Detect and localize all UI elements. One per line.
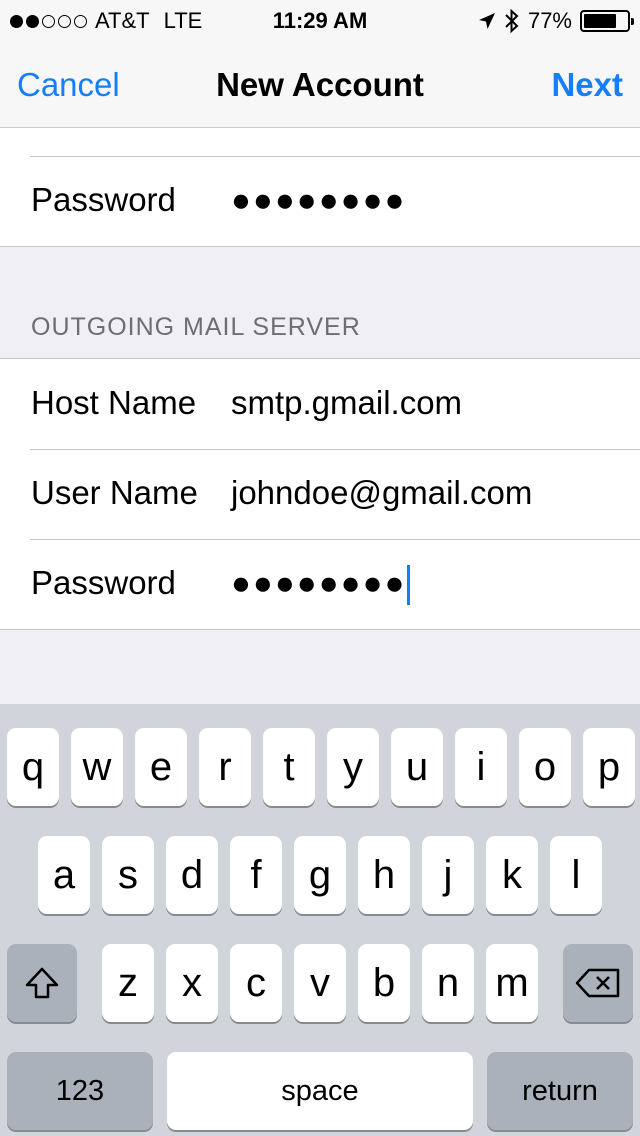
outgoing-section-header: OUTGOING MAIL SERVER [0,247,640,358]
navigation-bar: Cancel New Account Next [0,40,640,128]
backspace-icon [575,968,620,998]
outgoing-server-group: Host Name smtp.gmail.com User Name johnd… [0,358,640,630]
status-bar: AT&T LTE 11:29 AM 77% [0,0,640,40]
key-s[interactable]: s [102,836,154,914]
battery-percent: 77% [527,8,572,33]
user-name-row[interactable]: User Name johndoe@gmail.com [0,449,640,539]
key-z[interactable]: z [102,944,154,1022]
return-key[interactable]: return [487,1052,633,1130]
key-r[interactable]: r [199,728,251,806]
key-b[interactable]: b [358,944,410,1022]
key-o[interactable]: o [519,728,571,806]
shift-key[interactable] [7,944,77,1022]
key-n[interactable]: n [422,944,474,1022]
key-y[interactable]: y [327,728,379,806]
user-name-label: User Name [31,474,198,511]
text-cursor [407,565,411,606]
key-t[interactable]: t [263,728,315,806]
key-j[interactable]: j [422,836,474,914]
partial-cell [0,128,640,156]
keyboard: 123 space return qwertyuiop asdfghjkl zxcv… [0,704,640,1136]
key-m[interactable]: m [486,944,538,1022]
outgoing-password-label: Password [31,564,176,601]
next-button[interactable]: Next [551,66,623,104]
battery-fill [584,14,617,28]
key-k[interactable]: k [486,836,538,914]
shift-arrow-icon [25,967,59,999]
incoming-server-group: Password ●●●●●●●● [0,128,640,247]
key-w[interactable]: w [71,728,123,806]
host-name-row[interactable]: Host Name smtp.gmail.com [0,359,640,449]
key-x[interactable]: x [166,944,218,1022]
battery-icon [580,10,634,32]
location-arrow-icon [478,13,495,29]
key-p[interactable]: p [583,728,635,806]
key-f[interactable]: f [230,836,282,914]
key-c[interactable]: c [230,944,282,1022]
status-right: 77% [478,8,634,34]
outgoing-section-title: OUTGOING MAIL SERVER [31,313,361,341]
bluetooth-icon [505,8,519,34]
incoming-password-field[interactable]: ●●●●●●●● [231,181,406,219]
key-d[interactable]: d [166,836,218,914]
host-name-label: Host Name [31,384,197,421]
key-l[interactable]: l [550,836,602,914]
key-v[interactable]: v [294,944,346,1022]
top-bar: AT&T LTE 11:29 AM 77% Cancel New Account… [0,0,640,128]
key-e[interactable]: e [135,728,187,806]
outgoing-password-dots: ●●●●●●●● [231,564,407,601]
incoming-password-row[interactable]: Password ●●●●●●●● [0,156,640,246]
user-name-field[interactable]: johndoe@gmail.com [231,474,532,512]
space-key[interactable]: space [167,1052,473,1130]
key-h[interactable]: h [358,836,410,914]
outgoing-password-field[interactable]: ●●●●●●●● [231,564,411,606]
page-title: New Account [216,66,424,103]
host-name-field[interactable]: smtp.gmail.com [231,384,462,422]
key-g[interactable]: g [294,836,346,914]
delete-key[interactable] [563,944,633,1022]
key-u[interactable]: u [391,728,443,806]
key-i[interactable]: i [455,728,507,806]
outgoing-password-row[interactable]: Password ●●●●●●●● [0,539,640,629]
key-a[interactable]: a [38,836,90,914]
incoming-password-label: Password [31,181,176,218]
settings-form: Password ●●●●●●●● OUTGOING MAIL SERVER H… [0,128,640,704]
numbers-key[interactable]: 123 [7,1052,153,1130]
key-q[interactable]: q [7,728,59,806]
